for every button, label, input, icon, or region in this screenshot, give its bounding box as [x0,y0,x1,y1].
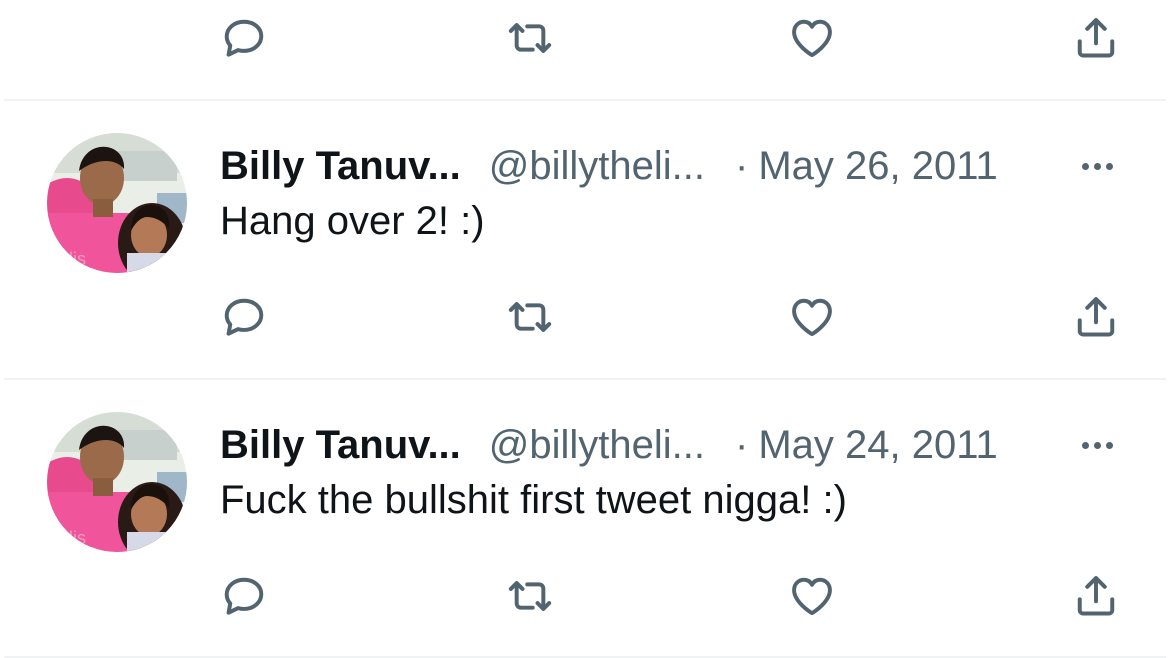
tweet-date[interactable]: May 26, 2011 [758,144,997,189]
more-icon[interactable] [1072,143,1122,189]
reply-icon[interactable] [214,566,274,626]
author-name[interactable]: Billy Tanuv... [220,423,461,468]
tweet-date[interactable]: May 24, 2011 [758,423,997,468]
reply-icon[interactable] [214,287,274,347]
tweet-text: Fuck the bullshit first tweet nigga! :) [220,478,847,522]
top-tweet-action-bar [0,8,1170,68]
share-icon[interactable] [1066,287,1126,347]
tweet-header: Billy Tanuv... @billytheli... · May 24, … [220,420,998,470]
heart-icon[interactable] [782,566,842,626]
retweet-icon[interactable] [500,8,560,68]
author-handle[interactable]: @billytheli... [489,144,705,189]
author-name[interactable]: Billy Tanuv... [220,144,461,189]
retweet-icon[interactable] [500,566,560,626]
avatar[interactable] [47,412,187,552]
reply-icon[interactable] [214,8,274,68]
tweet-action-bar [0,287,1170,347]
share-icon[interactable] [1066,8,1126,68]
avatar[interactable] [47,133,187,273]
tweet[interactable]: Billy Tanuv... @billytheli... · May 26, … [0,133,1170,273]
separator-dot: · [735,422,749,467]
author-handle[interactable]: @billytheli... [489,423,705,468]
tweet-action-bar [0,566,1170,626]
heart-icon[interactable] [782,8,842,68]
tweet-header: Billy Tanuv... @billytheli... · May 26, … [220,141,998,191]
tweet-text: Hang over 2! :) [220,199,485,243]
separator-dot: · [735,143,749,188]
retweet-icon[interactable] [500,287,560,347]
divider [4,378,1166,380]
more-icon[interactable] [1072,422,1122,468]
share-icon[interactable] [1066,566,1126,626]
divider [4,99,1166,101]
heart-icon[interactable] [782,287,842,347]
tweet[interactable]: Billy Tanuv... @billytheli... · May 24, … [0,412,1170,552]
